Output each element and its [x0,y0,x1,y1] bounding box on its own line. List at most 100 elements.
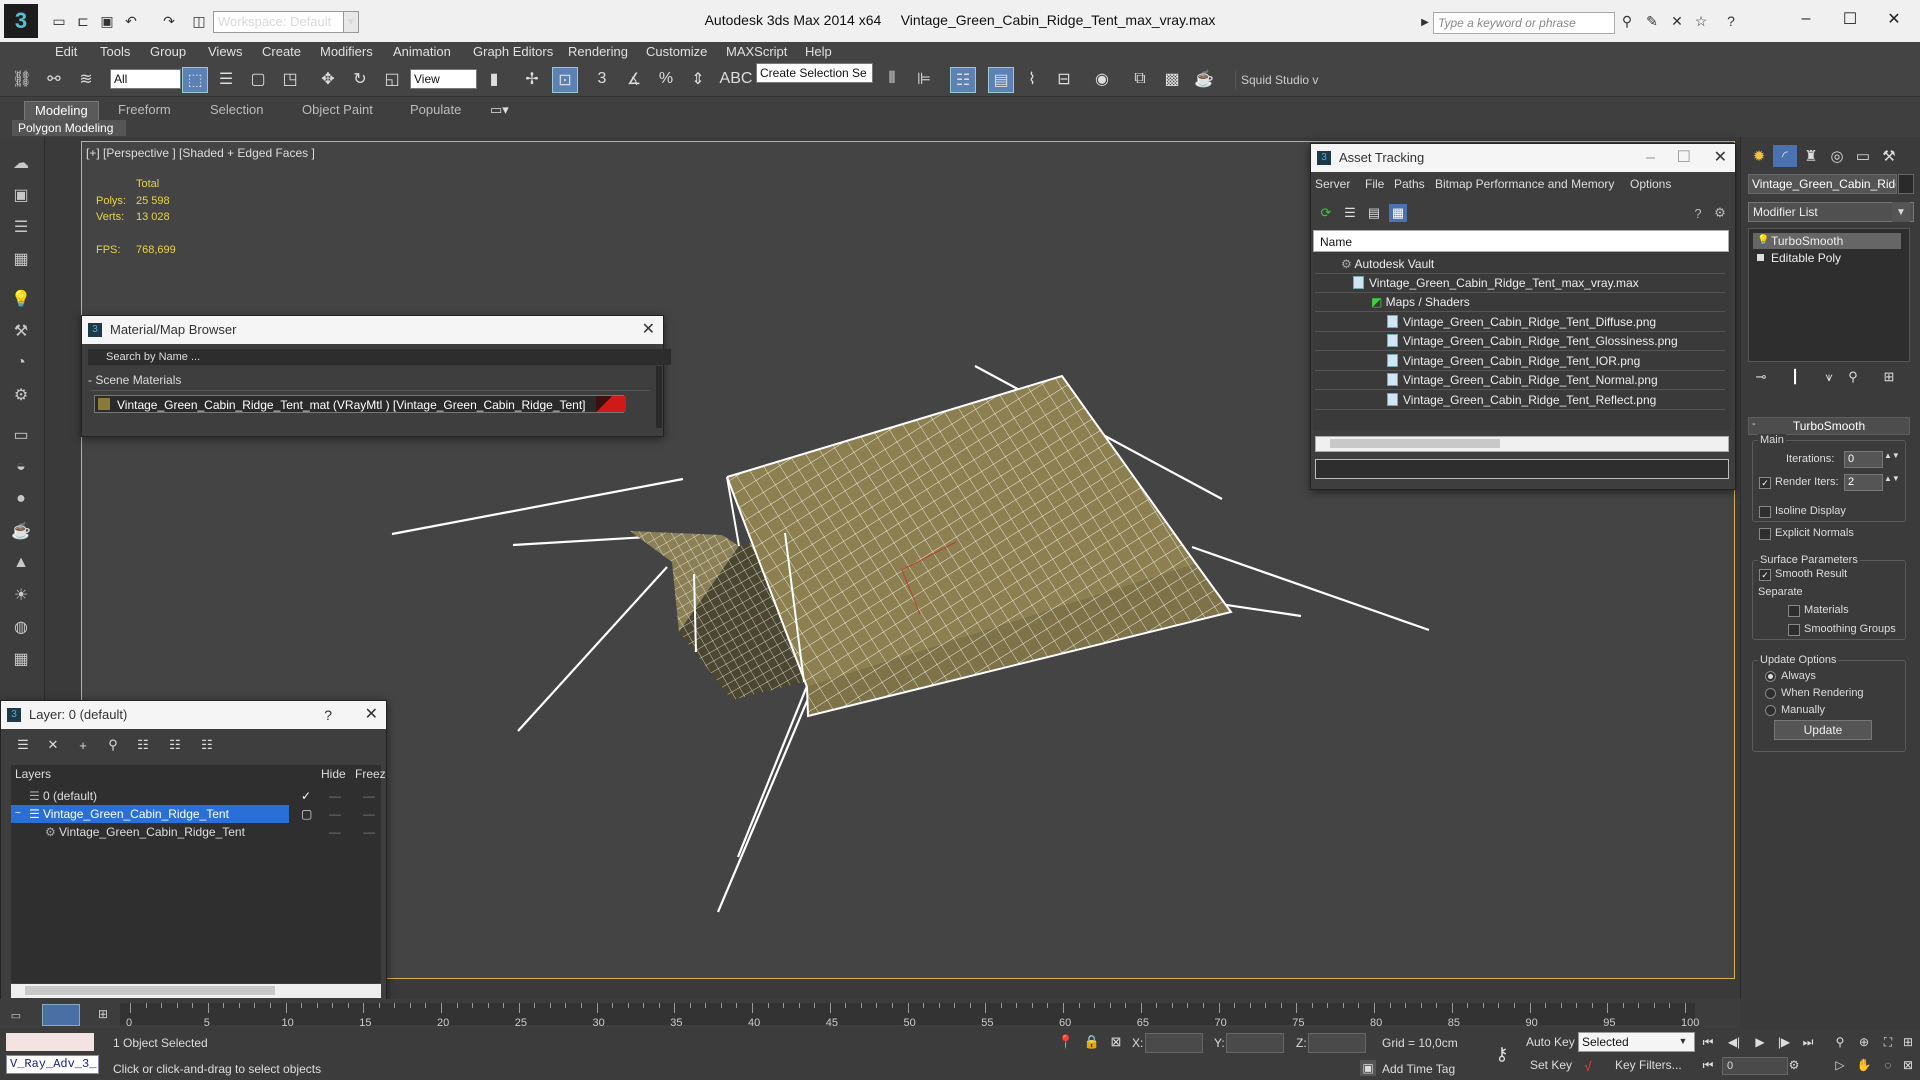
scene-materials-group[interactable]: - Scene Materials [88,373,653,387]
communication-icon[interactable]: ✕ [1668,12,1686,30]
bind-space-warp-icon[interactable]: ≋ [74,67,98,91]
dome-light-icon[interactable]: ◍ [8,615,34,639]
key-icon[interactable]: ⚷ [1488,1042,1516,1066]
thumbnail-view-icon[interactable]: ▤ [1365,204,1383,222]
hide-toggle[interactable]: — [329,805,341,823]
isolate-selection-icon[interactable]: 📍 [1058,1034,1074,1050]
render-production-icon[interactable]: ☕ [1192,67,1216,91]
modify-tab-icon[interactable]: ◜ [1773,145,1797,167]
tree-item-vault[interactable]: ⚙ Autodesk Vault [1341,256,1434,272]
edit-named-selection-icon[interactable]: ABC [720,67,753,91]
maximize-viewport-icon[interactable]: ⊠ [1900,1057,1916,1073]
layers-column-header[interactable]: Layers [15,765,51,783]
squid-studio-label[interactable]: Squid Studio v [1235,71,1326,89]
select-and-link-icon[interactable]: ⛓ [10,67,34,91]
snaps-toggle-icon[interactable]: 3 [590,67,614,91]
sphere-icon[interactable]: ● [8,487,34,511]
search-input[interactable]: Type a keyword or phrase [1433,12,1615,34]
x-coordinate-field[interactable] [1145,1033,1203,1053]
percent-snap-icon[interactable]: % [654,67,678,91]
tree-item-maps[interactable]: ◩ Maps / Shaders [1371,294,1470,310]
manually-radio[interactable] [1765,705,1776,716]
workspace-dropdown[interactable]: Workspace: Default [213,11,349,33]
when-rendering-radio[interactable] [1765,688,1776,699]
select-by-name-icon[interactable]: ☰ [214,67,238,91]
smooth-result-checkbox[interactable]: ✓ [1759,569,1771,581]
object-color-swatch[interactable] [1898,174,1914,194]
select-object-icon[interactable]: ⬚ [182,67,208,93]
align-icon[interactable]: ⊫ [912,67,936,91]
settings-icon[interactable]: ⚙ [1711,204,1729,222]
tab-object-paint[interactable]: Object Paint [292,101,383,119]
zoom-icon[interactable]: ⚲ [1832,1034,1848,1050]
material-search-input[interactable]: Search by Name ... [88,349,671,365]
spinner-arrows-icon[interactable]: ▲▼ [1884,474,1900,483]
previous-frame-icon[interactable]: ◀| [1726,1034,1742,1050]
menu-create[interactable]: Create [262,44,301,59]
freeze-toggle[interactable]: — [363,787,375,805]
viewport-label[interactable]: [+] [Perspective ] [Shaded + Edged Faces… [86,146,315,160]
menu-graph-editors[interactable]: Graph Editors [473,44,553,59]
material-browser-titlebar[interactable]: 3 Material/Map Browser ✕ [82,316,663,344]
modifier-list-dropdown[interactable]: Modifier List [1748,202,1914,222]
reference-coordinate-dropdown[interactable]: View [410,69,477,89]
highlight-layer-icon[interactable]: ☷ [133,735,153,755]
menu-group[interactable]: Group [150,44,186,59]
rotate-icon[interactable]: ↻ [348,67,372,91]
display-tab-icon[interactable]: ▭ [1851,145,1875,167]
scale-icon[interactable]: ◱ [380,67,404,91]
tree-item-glossiness[interactable]: Vintage_Green_Cabin_Ridge_Tent_Glossines… [1387,333,1678,349]
select-manipulate-icon[interactable]: ✢ [520,67,544,91]
y-coordinate-field[interactable] [1226,1033,1284,1053]
scene-explorer-icon[interactable]: ▤ [988,67,1014,93]
box-icon[interactable]: ▭ [8,423,34,447]
menu-bitmap-performance[interactable]: Bitmap Performance and Memory [1435,177,1614,191]
help-icon[interactable]: ? [1722,12,1740,30]
set-active-layer-icon[interactable]: ▢ [301,805,312,823]
sun-icon[interactable]: ☀ [8,583,34,607]
utilities-tab-icon[interactable]: ⚒ [1877,145,1901,167]
iterations-spinner[interactable]: 0 [1844,451,1883,468]
grid-icon[interactable]: ▦ [8,647,34,671]
add-to-layer-icon[interactable]: + [73,735,93,755]
update-button[interactable]: Update [1774,720,1872,740]
scene-list-icon[interactable]: ☰ [8,215,34,239]
smoothing-groups-checkbox[interactable] [1788,624,1800,636]
help-icon[interactable]: ? [1689,204,1707,222]
freeze-toggle[interactable]: — [363,823,375,841]
layer-dialog-titlebar[interactable]: 3 Layer: 0 (default) ? ✕ [1,701,386,729]
add-time-tag[interactable]: Add Time Tag [1382,1062,1455,1076]
polygon-modeling-panel[interactable]: Polygon Modeling [12,120,126,136]
horizontal-scrollbar[interactable] [11,984,381,998]
zoom-all-icon[interactable]: ⊕ [1856,1034,1872,1050]
material-editor-icon[interactable]: ◉ [1090,67,1114,91]
curve-editor-icon[interactable]: ⌇ [1020,67,1044,91]
menu-file[interactable]: File [1365,177,1384,191]
tab-selection[interactable]: Selection [200,101,273,119]
show-end-result-icon[interactable]: ┃ [1786,368,1804,386]
app-logo-icon[interactable]: 3 [4,4,38,38]
make-unique-icon[interactable]: ⩛ [1820,368,1838,386]
field-of-view-icon[interactable]: ▷ [1832,1057,1848,1073]
keyboard-shortcut-override-icon[interactable]: ⊡ [552,67,578,93]
unlink-icon[interactable]: ⚯ [42,67,66,91]
gears-icon[interactable]: ⚙ [8,383,34,407]
scrollbar-thumb[interactable] [25,986,275,995]
zoom-extents-icon[interactable]: ⛶ [1880,1034,1896,1050]
close-icon[interactable]: ✕ [1874,6,1914,32]
search-expand-icon[interactable]: ▶ [1420,14,1430,30]
hierarchy-tab-icon[interactable]: ♜ [1799,145,1823,167]
time-slider[interactable] [42,1004,80,1026]
tab-modeling[interactable]: Modeling [24,101,99,121]
window-crossing-icon[interactable]: ◳ [278,67,302,91]
maxscript-listener[interactable] [6,1033,94,1051]
hide-column-header[interactable]: Hide [321,765,346,783]
binoculars-icon[interactable]: ⚲ [1618,12,1636,30]
layer-row-default[interactable]: ☰ 0 (default) ✓ — — [11,787,381,805]
save-icon[interactable]: ▣ [98,12,116,30]
viewport-layout-icon[interactable]: ☁ [8,151,34,175]
tree-item-ior[interactable]: Vintage_Green_Cabin_Ridge_Tent_IOR.png [1387,353,1640,369]
new-layer-icon[interactable]: ☰ [13,735,33,755]
close-icon[interactable]: ✕ [365,701,378,729]
pan-icon[interactable]: ✋ [1856,1057,1872,1073]
